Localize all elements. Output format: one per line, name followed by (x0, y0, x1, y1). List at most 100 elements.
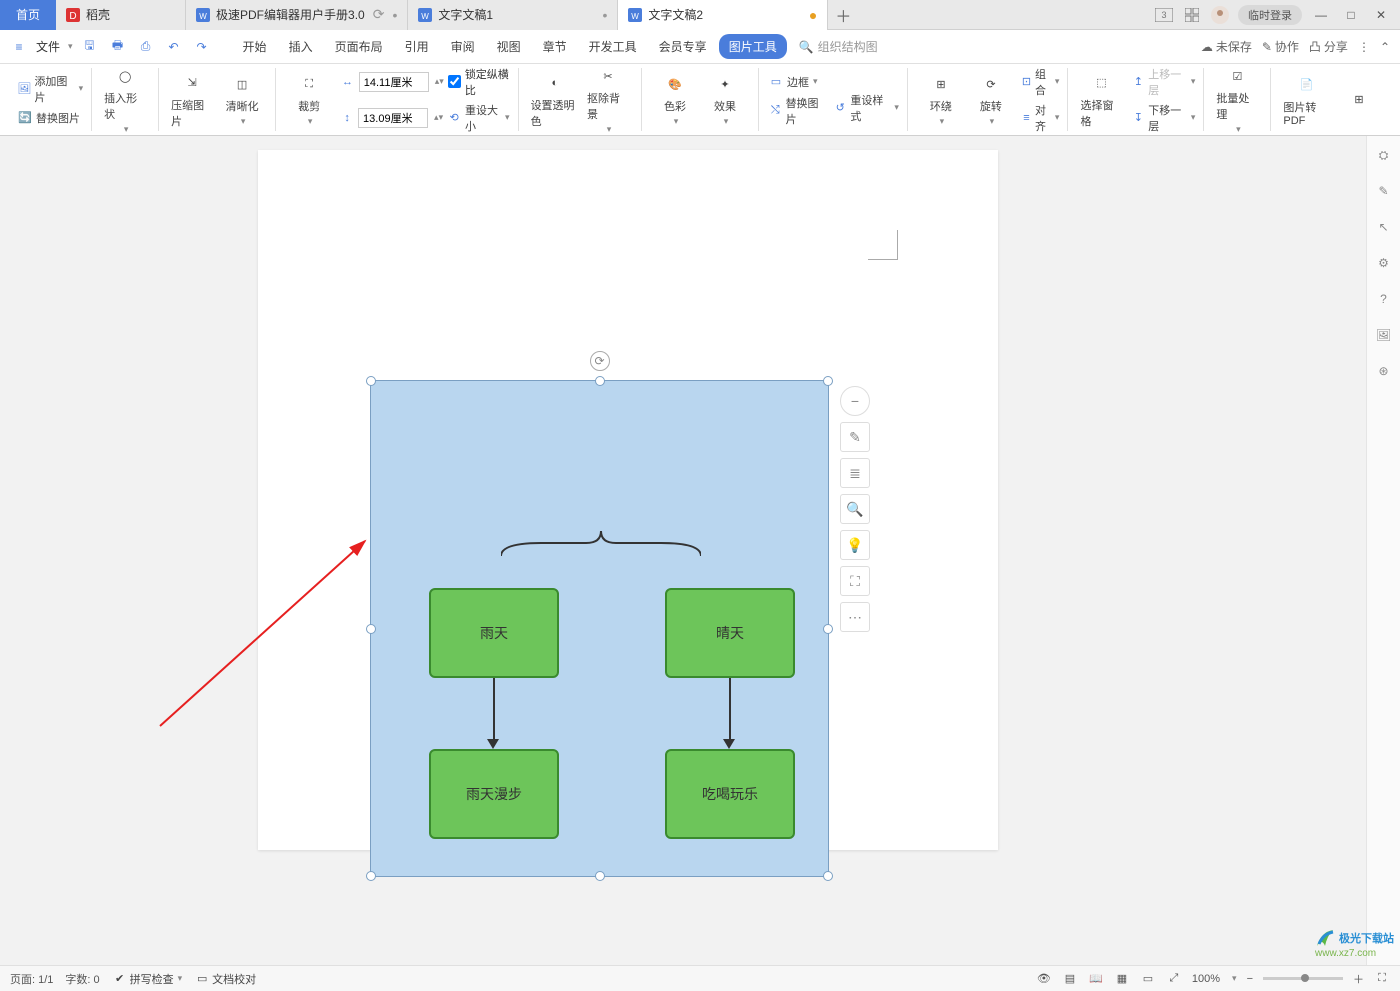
zoom-out-btn[interactable]: − (1247, 973, 1253, 985)
edit-button[interactable]: ✎ (840, 422, 870, 452)
menutab-insert[interactable]: 插入 (279, 34, 323, 59)
lock-ratio-checkbox[interactable] (448, 75, 461, 88)
compress-button[interactable]: ⇲压缩图片 (167, 69, 217, 131)
print-icon[interactable]: 🖶 (107, 36, 129, 58)
handle-e[interactable] (823, 624, 833, 634)
menutab-ref[interactable]: 引用 (395, 34, 439, 59)
tab-doc2[interactable]: W 文字文稿2 ● (618, 0, 828, 30)
sp-find-icon[interactable]: ⛭ (1375, 146, 1393, 164)
up-layer-button[interactable]: ↥上移一层▾ (1130, 66, 1195, 98)
replace-img2-button[interactable]: ⤭替换图片 (767, 95, 826, 127)
wrap-button[interactable]: ⊞环绕▾ (916, 70, 966, 129)
menutab-pictool[interactable]: 图片工具 (719, 34, 787, 59)
fullscreen-icon[interactable]: ⛶ (1374, 971, 1390, 987)
border-button[interactable]: ▭边框▾ (767, 73, 826, 91)
tab-pdf-manual[interactable]: W 极速PDF编辑器用户手册3.0 ⟳ • (186, 0, 408, 30)
menutab-view[interactable]: 视图 (487, 34, 531, 59)
login-button[interactable]: 临时登录 (1238, 5, 1302, 25)
kebab-icon[interactable]: ⋮ (1358, 40, 1370, 54)
stepper-icon[interactable]: ▴▾ (435, 76, 444, 87)
sp-help-icon[interactable]: ? (1375, 290, 1393, 308)
float-crop-button[interactable]: ⛶ (840, 566, 870, 596)
zoom-button[interactable]: 🔍 (840, 494, 870, 524)
unsaved-link[interactable]: ☁未保存 (1201, 38, 1252, 55)
width-input[interactable] (359, 72, 429, 92)
redo-icon[interactable]: ↷ (191, 36, 213, 58)
menutab-review[interactable]: 审阅 (441, 34, 485, 59)
menutab-layout[interactable]: 页面布局 (325, 34, 393, 59)
file-menu[interactable]: 文件 (36, 38, 60, 55)
eye-icon[interactable]: 👁 (1036, 971, 1052, 987)
sp-cursor-icon[interactable]: ↖ (1375, 218, 1393, 236)
zoom-slider[interactable] (1263, 977, 1343, 980)
rotate-button[interactable]: ⟳旋转▾ (966, 70, 1016, 129)
share-link[interactable]: 凸分享 (1309, 38, 1348, 55)
tab-doc1[interactable]: W 文字文稿1 • (408, 0, 618, 30)
stepper-icon[interactable]: ▴▾ (434, 112, 443, 123)
to-pdf-button[interactable]: 📄图片转PDF (1279, 71, 1334, 129)
close-button[interactable]: ✕ (1370, 8, 1392, 22)
tab-daoke[interactable]: D 稻壳 (56, 0, 186, 30)
more-float-button[interactable]: ⋯ (840, 602, 870, 632)
handle-n[interactable] (595, 376, 605, 386)
batch-button[interactable]: ☑批量处理▾ (1212, 62, 1262, 137)
remove-bg-button[interactable]: ✂抠除背景▾ (583, 62, 633, 137)
zoom-in-btn[interactable]: ＋ (1353, 971, 1364, 987)
coop-link[interactable]: ✎协作 (1262, 38, 1299, 55)
outline-icon[interactable]: ▭ (1140, 971, 1156, 987)
color-button[interactable]: 🎨色彩▾ (650, 70, 700, 129)
handle-w[interactable] (366, 624, 376, 634)
bulb-button[interactable]: 💡 (840, 530, 870, 560)
maximize-button[interactable]: □ (1340, 8, 1362, 22)
menutab-vip[interactable]: 会员专享 (649, 34, 717, 59)
fit-icon[interactable]: ⤢ (1166, 971, 1182, 987)
down-layer-button[interactable]: ↧下移一层▾ (1130, 102, 1195, 134)
more-button[interactable]: ⊞ (1334, 86, 1384, 114)
menu-icon[interactable]: ≡ (8, 36, 30, 58)
add-image-button[interactable]: 🖼添加图片▾ (16, 73, 83, 105)
clarity-button[interactable]: ◫清晰化▾ (217, 70, 267, 129)
spellcheck-button[interactable]: ✔拼写检查▾ (112, 971, 183, 987)
handle-s[interactable] (595, 871, 605, 881)
crop-button[interactable]: ⛶裁剪▾ (284, 70, 334, 129)
undo-icon[interactable]: ↶ (163, 36, 185, 58)
sp-settings-icon[interactable]: ⚙ (1375, 254, 1393, 272)
reset-style-button[interactable]: ↺重设样式▾ (832, 92, 899, 124)
select-pane-button[interactable]: ⬚选择窗格 (1076, 69, 1126, 131)
layout-icon[interactable]: ▤ (1062, 971, 1078, 987)
sp-monetize-icon[interactable]: ⊛ (1375, 362, 1393, 380)
proof-button[interactable]: ▭文档校对 (194, 971, 256, 987)
minimize-button[interactable]: — (1310, 8, 1332, 22)
menutab-start[interactable]: 开始 (233, 34, 277, 59)
web-icon[interactable]: ▦ (1114, 971, 1130, 987)
page-indicator[interactable]: 页面: 1/1 (10, 971, 53, 987)
preview-icon[interactable]: ⎙ (135, 36, 157, 58)
word-count[interactable]: 字数: 0 (65, 971, 99, 987)
group-button[interactable]: ⊡组合▾ (1020, 66, 1060, 98)
handle-se[interactable] (823, 871, 833, 881)
save-icon[interactable]: 🖫 (79, 36, 101, 58)
pin-icon[interactable]: ⟳ (365, 6, 385, 23)
sp-pen-icon[interactable]: ✎ (1375, 182, 1393, 200)
collapse-icon[interactable]: ⌃ (1380, 40, 1390, 54)
height-input[interactable] (358, 108, 428, 128)
read-icon[interactable]: 📖 (1088, 971, 1104, 987)
menutab-org[interactable]: 🔍组织结构图 (789, 34, 888, 59)
align-button[interactable]: ≡对齐▾ (1020, 102, 1060, 134)
handle-ne[interactable] (823, 376, 833, 386)
avatar-icon[interactable] (1210, 5, 1230, 25)
sp-image-icon[interactable]: 🖼 (1375, 326, 1393, 344)
rotate-handle[interactable]: ⟳ (590, 351, 610, 371)
zoom-label[interactable]: 100% (1192, 973, 1220, 985)
selected-image[interactable]: ⟳ 雨天 晴天 雨天漫步 吃喝玩乐 (370, 380, 829, 877)
insert-shape-button[interactable]: ◯插入形状▾ (100, 62, 150, 137)
layout3-icon[interactable]: 3 (1154, 5, 1174, 25)
menutab-dev[interactable]: 开发工具 (579, 34, 647, 59)
menutab-chapter[interactable]: 章节 (533, 34, 577, 59)
tab-add-button[interactable]: ＋ (828, 0, 858, 30)
apps-icon[interactable] (1182, 5, 1202, 25)
handle-sw[interactable] (366, 871, 376, 881)
zoom-out-button[interactable]: − (840, 386, 870, 416)
tab-home[interactable]: 首页 (0, 0, 56, 30)
effect-button[interactable]: ✦效果▾ (700, 70, 750, 129)
